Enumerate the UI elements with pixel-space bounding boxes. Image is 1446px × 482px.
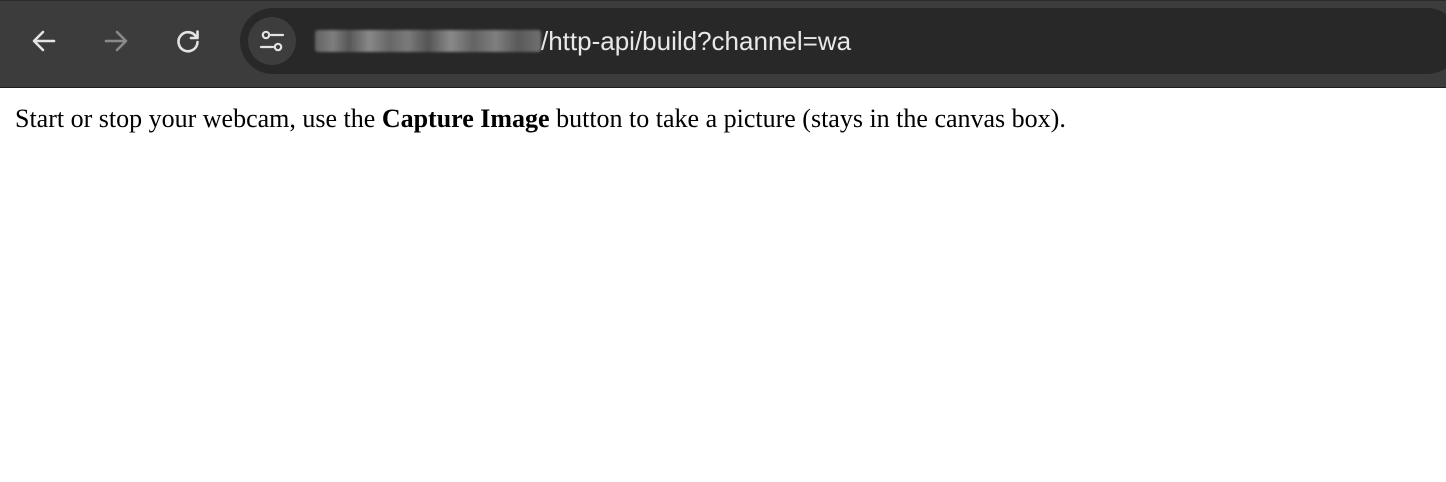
instruction-text-end: button to take a picture (stays in the c…	[549, 104, 1066, 133]
instruction-text-start: Start or stop your webcam, use the	[15, 104, 382, 133]
back-arrow-icon	[32, 30, 56, 52]
url-host-redacted	[315, 30, 541, 52]
page-instructions: Start or stop your webcam, use the Captu…	[15, 100, 1066, 138]
forward-button[interactable]	[94, 19, 138, 63]
url-path[interactable]: /http-api/build?channel=wa	[541, 23, 851, 59]
site-info-button[interactable]	[248, 17, 296, 65]
reload-icon	[177, 30, 199, 53]
reload-button[interactable]	[166, 19, 210, 63]
address-bar[interactable]: /http-api/build?channel=wa	[240, 8, 1446, 74]
back-button[interactable]	[22, 19, 66, 63]
instruction-text-bold: Capture Image	[381, 104, 550, 133]
site-info-icon	[259, 30, 285, 52]
forward-arrow-icon	[104, 30, 128, 52]
browser-toolbar: /http-api/build?channel=wa	[0, 0, 1446, 88]
